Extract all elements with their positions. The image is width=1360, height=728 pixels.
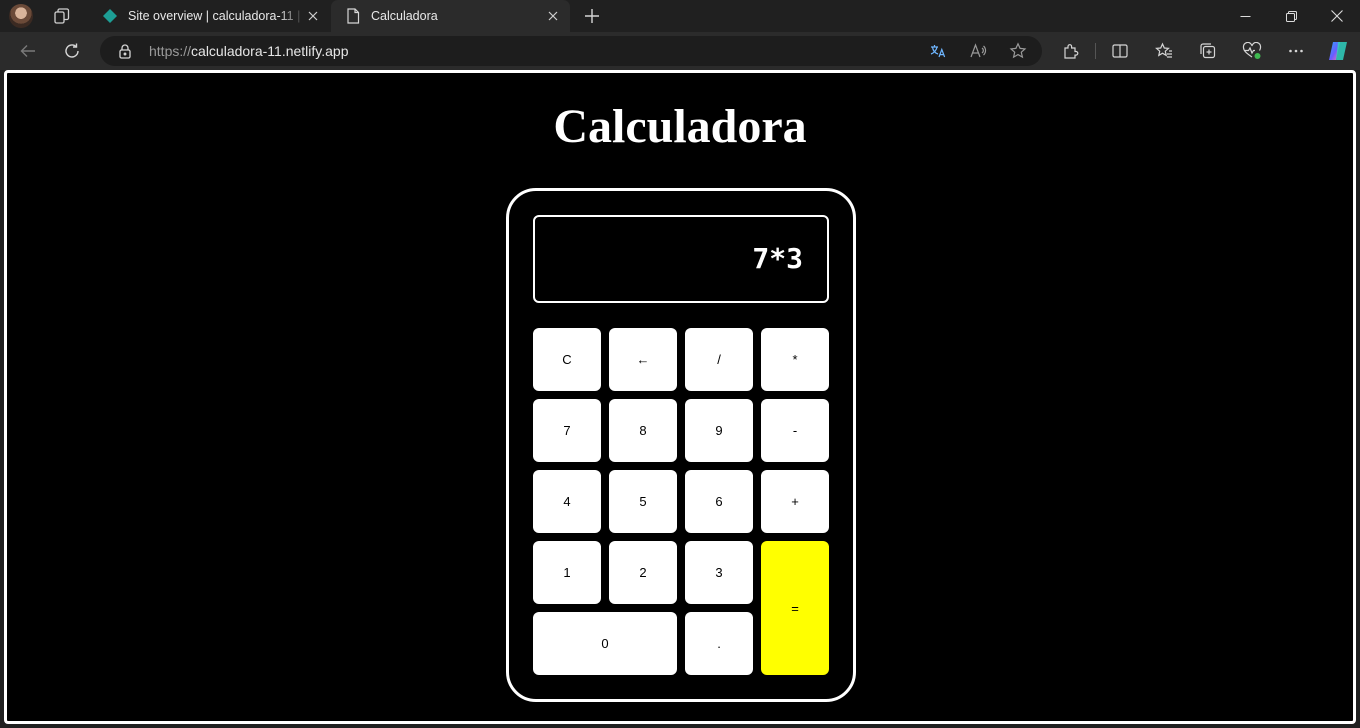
digit-2-button[interactable]: 2 [609, 541, 677, 604]
multiply-button[interactable]: * [761, 328, 829, 391]
page-title: Calculadora [553, 100, 807, 153]
equals-button[interactable]: = [761, 541, 829, 675]
split-screen-icon[interactable] [1110, 41, 1130, 61]
backspace-button[interactable]: ← [609, 328, 677, 391]
tab-calculadora[interactable]: Calculadora [331, 0, 570, 32]
close-tab-icon[interactable] [305, 8, 321, 24]
more-options-icon[interactable] [1286, 41, 1306, 61]
page-icon [345, 8, 361, 24]
netlify-diamond-icon [102, 8, 118, 24]
profile-avatar[interactable] [9, 4, 33, 28]
digit-5-button[interactable]: 5 [609, 470, 677, 533]
workspaces-icon[interactable] [52, 6, 72, 26]
lock-icon[interactable] [117, 43, 133, 59]
digit-0-button[interactable]: 0 [533, 612, 677, 675]
tab-title: Site overview | calculadora-11 | Netlify [128, 9, 305, 23]
restore-icon[interactable] [1268, 0, 1314, 32]
browser-toolbar: https://calculadora-11.netlify.app [0, 32, 1360, 70]
read-aloud-icon[interactable] [968, 41, 988, 61]
translate-icon[interactable] [928, 41, 948, 61]
digit-9-button[interactable]: 9 [685, 399, 753, 462]
url-text[interactable]: https://calculadora-11.netlify.app [149, 43, 349, 59]
page-viewport: Calculadora 7*3 C ← / * 7 8 9 - 4 5 6 + … [4, 70, 1356, 724]
close-tab-icon[interactable] [545, 8, 561, 24]
digit-3-button[interactable]: 3 [685, 541, 753, 604]
copilot-icon[interactable] [1327, 40, 1349, 62]
calculator-display: 7*3 [533, 215, 829, 303]
tab-title: Calculadora [371, 9, 438, 23]
minimize-icon[interactable] [1222, 0, 1268, 32]
toolbar-separator [1095, 43, 1096, 59]
favorite-star-icon[interactable] [1008, 41, 1028, 61]
extensions-icon[interactable] [1061, 41, 1081, 61]
collections-icon[interactable] [1198, 41, 1218, 61]
new-tab-icon[interactable] [582, 6, 602, 26]
calculator: 7*3 C ← / * 7 8 9 - 4 5 6 + 1 2 3 = 0 . [506, 188, 856, 702]
clear-button[interactable]: C [533, 328, 601, 391]
url-scheme: https:// [149, 43, 192, 59]
address-bar[interactable]: https://calculadora-11.netlify.app [100, 36, 1042, 66]
back-arrow-icon[interactable] [18, 41, 38, 61]
browser-essentials-icon[interactable] [1242, 41, 1262, 61]
url-host: calculadora-11.netlify.app [191, 43, 349, 59]
minus-button[interactable]: - [761, 399, 829, 462]
close-window-icon[interactable] [1314, 0, 1360, 32]
plus-button[interactable]: + [761, 470, 829, 533]
digit-4-button[interactable]: 4 [533, 470, 601, 533]
digit-1-button[interactable]: 1 [533, 541, 601, 604]
tab-bar: Site overview | calculadora-11 | Netlify… [0, 0, 1360, 32]
digit-6-button[interactable]: 6 [685, 470, 753, 533]
tab-site-overview[interactable]: Site overview | calculadora-11 | Netlify [88, 0, 330, 32]
favorites-icon[interactable] [1154, 41, 1174, 61]
digit-7-button[interactable]: 7 [533, 399, 601, 462]
decimal-button[interactable]: . [685, 612, 753, 675]
digit-8-button[interactable]: 8 [609, 399, 677, 462]
refresh-icon[interactable] [62, 41, 82, 61]
divide-button[interactable]: / [685, 328, 753, 391]
